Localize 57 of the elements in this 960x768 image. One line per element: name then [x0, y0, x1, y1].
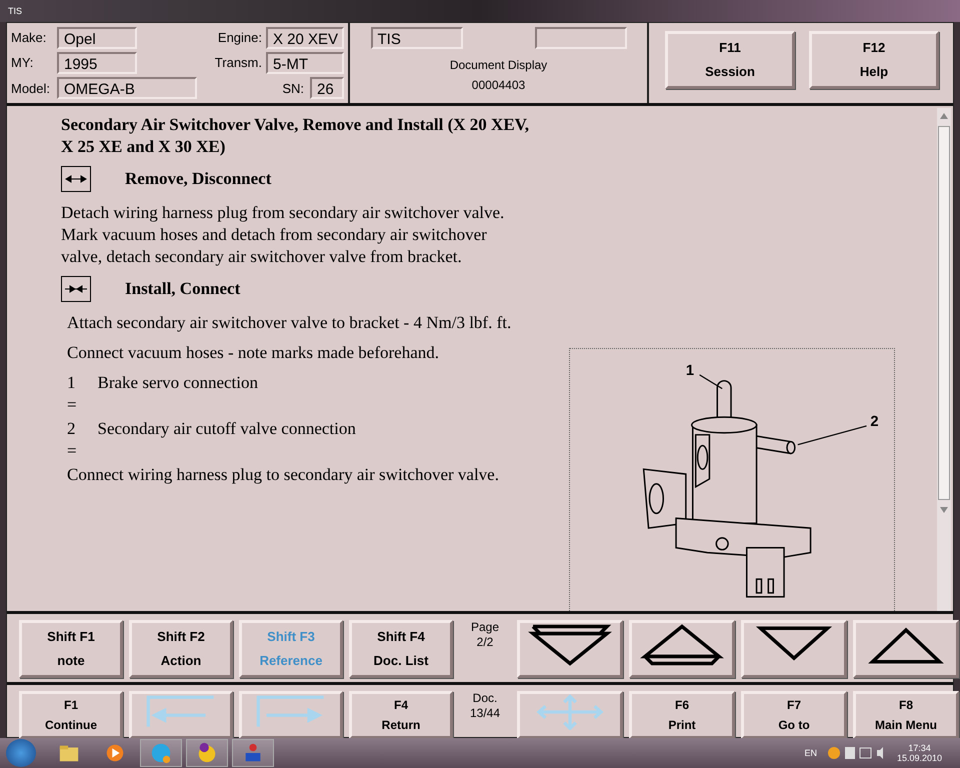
item-number: 2 [67, 418, 76, 440]
function-button[interactable]: Shift F2 Action [129, 620, 233, 678]
page-down-button[interactable] [517, 620, 623, 678]
item-text: Brake servo connection [98, 372, 258, 394]
start-button[interactable] [6, 739, 36, 767]
language-indicator[interactable]: EN [804, 748, 817, 758]
function-button[interactable]: F1 Continue [19, 691, 123, 739]
function-button[interactable]: F7 Go to [741, 691, 847, 739]
item-mark: = [67, 440, 78, 462]
instruction-text: Attach secondary air switchover valve to bracket - 4 Nm/3 lbf. ft. [67, 312, 512, 334]
section-heading: Remove, Disconnect [125, 169, 272, 189]
instruction-text: Connect vacuum hoses - note marks made beforehand. [67, 342, 440, 364]
scrollbar[interactable] [937, 108, 951, 611]
function-button[interactable]: F8 Main Menu [853, 691, 959, 739]
function-button[interactable]: F6 Print [629, 691, 735, 739]
instruction-text: Connect wiring harness plug to secondary air switchover valve. [67, 464, 500, 486]
clock-time: 17:34 [908, 743, 931, 753]
section-heading: Install, Connect [125, 279, 240, 299]
document-title: Document Display [450, 57, 548, 74]
sn-field: 26 [310, 77, 344, 100]
function-button[interactable]: F12 Help [809, 31, 939, 89]
function-button[interactable]: Shift F4 Doc. List [349, 620, 453, 678]
page-counter: Page 2/2 [470, 620, 500, 651]
make-field: Opel [57, 26, 137, 49]
document-counter: Doc. 13/44 [468, 691, 502, 722]
sn-label: SN: [282, 80, 304, 96]
up-button[interactable] [853, 620, 959, 678]
clock-date: 15.09.2010 [896, 753, 942, 763]
instruction-text: Detach wiring harness plug from secondary air switchover valve. Mark vacuum hoses and detach from secondary air switchover valve, detach secondary air switchover valve from bracket. [61, 202, 506, 268]
model-field: OMEGA-B [57, 77, 197, 100]
engine-label: Engine: [218, 30, 262, 46]
item-mark: = [67, 394, 78, 416]
leader-line [699, 374, 722, 390]
figure-label: 2 [870, 414, 879, 430]
item-text: Secondary air cutoff valve connection [98, 418, 356, 440]
figure-label: 1 [686, 362, 694, 379]
down-button[interactable] [741, 620, 847, 678]
app-icon[interactable] [232, 739, 274, 767]
year-field: 1995 [57, 52, 137, 74]
function-button[interactable]: F11 Session [665, 31, 795, 89]
year-label: MY: [11, 55, 34, 70]
transmission-label: Transm. [214, 55, 262, 70]
leader-line [798, 425, 867, 446]
outward-arrows-icon [61, 166, 91, 192]
page-up-button[interactable] [629, 620, 735, 678]
function-button[interactable]: F4 Return [349, 691, 453, 739]
inward-arrows-icon [61, 276, 91, 302]
model-label: Model: [11, 80, 52, 96]
system-field: TIS [370, 27, 462, 49]
document-heading: Secondary Air Switchover Valve, Remove and Install (X 20 XEV, X 25 XE and X 30 XE) [61, 114, 529, 158]
window-title: TIS [8, 6, 22, 16]
engine-field: X 20 XEV [266, 26, 344, 49]
transmission-field: 5-MT [266, 52, 344, 74]
function-button[interactable]: Shift F1 note [19, 620, 123, 678]
item-number: 1 [67, 372, 76, 394]
make-label: Make: [11, 30, 48, 46]
document-number: 00004403 [472, 77, 526, 94]
